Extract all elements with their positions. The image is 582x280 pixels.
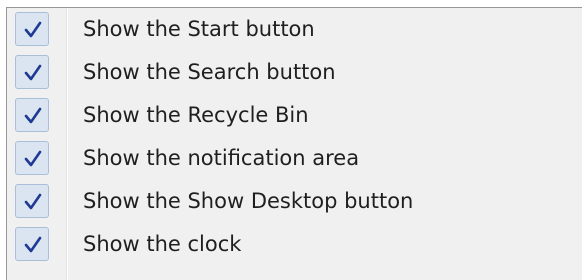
checkmark-box [15,98,49,132]
menu-item-show-recycle-bin[interactable]: Show the Recycle Bin [7,94,582,137]
menu-item-label: Show the Show Desktop button [83,189,414,213]
menu-item-show-search-button[interactable]: Show the Search button [7,51,582,94]
checkmark-box [15,141,49,175]
checkmark-icon [24,64,42,81]
menu-item-label: Show the Start button [83,17,315,41]
checkmark-icon [24,150,42,167]
checkmark-icon [24,236,42,253]
checkmark-icon [24,21,42,38]
menu-item-show-notification-area[interactable]: Show the notification area [7,137,582,180]
menu-item-label: Show the clock [83,232,242,256]
checkmark-box [15,55,49,89]
checkmark-box [15,184,49,218]
checkmark-icon [24,107,42,124]
menu-item-show-clock[interactable]: Show the clock [7,223,582,266]
context-menu: Show the Start button Show the Search bu… [6,7,582,280]
checkmark-box [15,12,49,46]
menu-item-label: Show the Recycle Bin [83,103,309,127]
menu-item-show-start-button[interactable]: Show the Start button [7,8,582,51]
checkmark-icon [24,193,42,210]
menu-item-label: Show the notification area [83,146,360,170]
menu-item-show-desktop-button[interactable]: Show the Show Desktop button [7,180,582,223]
checkmark-box [15,227,49,261]
menu-item-label: Show the Search button [83,60,336,84]
